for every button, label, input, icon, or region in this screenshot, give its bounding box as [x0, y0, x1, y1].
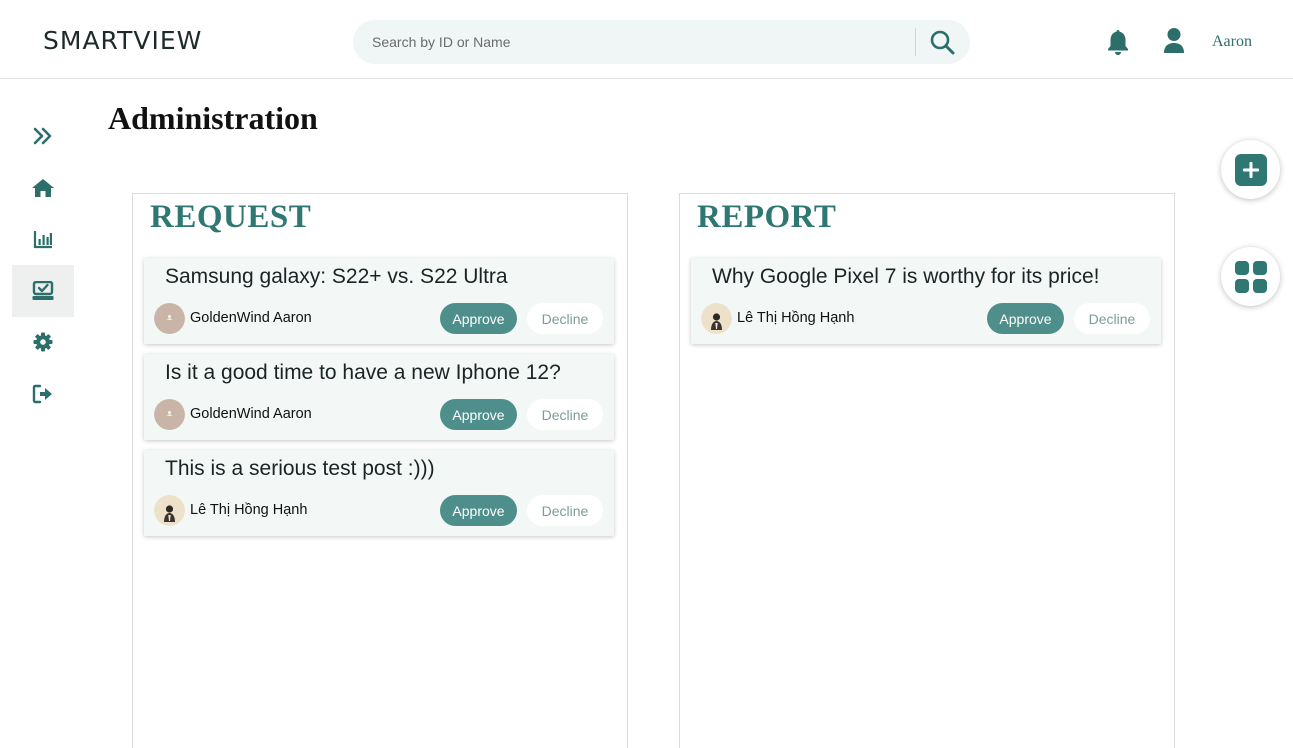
avatar [154, 399, 185, 430]
app-logo[interactable]: SMARTVIEW [43, 26, 202, 55]
search-icon[interactable] [929, 29, 955, 55]
post-title[interactable]: This is a serious test post :))) [165, 457, 435, 481]
author-name: GoldenWind Aaron [190, 406, 312, 422]
approve-button[interactable]: Approve [440, 303, 517, 334]
post-title[interactable]: Why Google Pixel 7 is worthy for its pri… [712, 265, 1099, 289]
add-button[interactable] [1221, 140, 1280, 199]
top-header: SMARTVIEW Aaron [0, 0, 1293, 79]
plus-icon [1234, 153, 1267, 186]
decline-button[interactable]: Decline [1074, 303, 1150, 334]
inbox-check-icon [32, 281, 54, 300]
avatar [154, 303, 185, 334]
search-bar [353, 20, 970, 64]
search-divider [915, 28, 916, 56]
sidebar-item-administration[interactable] [12, 265, 74, 317]
decline-button[interactable]: Decline [527, 303, 603, 334]
avatar [154, 495, 185, 526]
decline-button[interactable]: Decline [527, 399, 603, 430]
sidebar-item-analytics[interactable] [12, 213, 74, 265]
author-name: GoldenWind Aaron [190, 310, 312, 326]
request-card[interactable]: Is it a good time to have a new Iphone 1… [144, 354, 614, 440]
author-name: Lê Thị Hồng Hạnh [190, 502, 308, 518]
user-icon[interactable] [1162, 27, 1186, 55]
username-label[interactable]: Aaron [1212, 33, 1252, 51]
sidebar-item-settings[interactable] [12, 316, 74, 368]
post-title[interactable]: Samsung galaxy: S22+ vs. S22 Ultra [165, 265, 508, 289]
double-chevron-right-icon [33, 127, 52, 145]
search-input[interactable] [372, 32, 892, 52]
report-panel: REPORT Why Google Pixel 7 is worthy for … [679, 193, 1175, 748]
bar-chart-icon [33, 231, 52, 249]
request-card[interactable]: Samsung galaxy: S22+ vs. S22 Ultra Golde… [144, 258, 614, 344]
sidebar-item-home[interactable] [12, 162, 74, 214]
grid-menu-button[interactable] [1221, 247, 1280, 306]
request-card[interactable]: This is a serious test post :))) Lê Thị … [144, 450, 614, 536]
report-card[interactable]: Why Google Pixel 7 is worthy for its pri… [691, 258, 1161, 344]
approve-button[interactable]: Approve [440, 495, 517, 526]
sidebar-item-logout[interactable] [12, 368, 74, 420]
bell-icon[interactable] [1106, 28, 1130, 56]
gear-icon [33, 332, 53, 352]
home-icon [32, 179, 54, 197]
post-title[interactable]: Is it a good time to have a new Iphone 1… [165, 361, 561, 385]
author-name: Lê Thị Hồng Hạnh [737, 310, 855, 326]
avatar [701, 303, 732, 334]
approve-button[interactable]: Approve [440, 399, 517, 430]
approve-button[interactable]: Approve [987, 303, 1064, 334]
page-title: Administration [108, 100, 318, 136]
decline-button[interactable]: Decline [527, 495, 603, 526]
grid-icon [1234, 260, 1267, 293]
report-panel-title: REPORT [697, 199, 837, 235]
request-panel: REQUEST Samsung galaxy: S22+ vs. S22 Ult… [132, 193, 628, 748]
request-panel-title: REQUEST [150, 199, 312, 235]
sidebar-item-expand[interactable] [12, 110, 74, 162]
logout-icon [32, 384, 52, 404]
